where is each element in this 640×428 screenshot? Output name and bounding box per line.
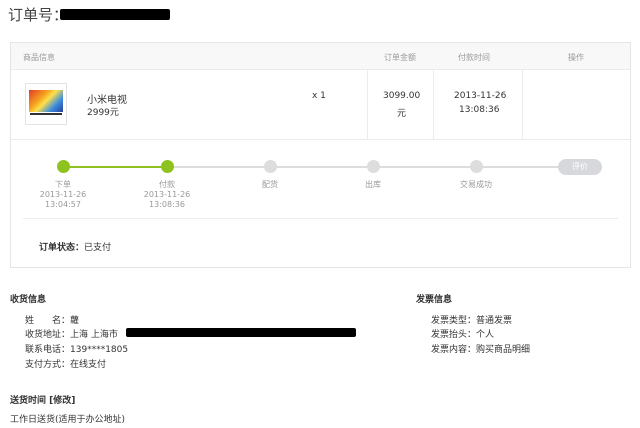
- invoice-type-value: 普通发票: [476, 316, 513, 326]
- order-panel: 商品信息 订单金额 付款时间 操作 小米电视 2999元 x 1 3099.00…: [10, 42, 631, 268]
- status-divider: [23, 218, 618, 219]
- step-picking: 配货: [262, 180, 278, 190]
- name-label: 姓 名：: [25, 316, 71, 326]
- progress-track-pending: [168, 166, 558, 168]
- step-dot-paid: [161, 160, 174, 173]
- step-label: 出库: [365, 180, 381, 189]
- evaluate-button[interactable]: 评价: [558, 159, 602, 175]
- header-pay-time: 付款时间: [458, 53, 490, 62]
- invoice-content: 发票内容：购买商品明细: [431, 342, 530, 355]
- delivery-title-text: 送货时间: [10, 396, 47, 406]
- order-amount-unit: 元: [397, 109, 407, 119]
- step-dot-completed: [470, 160, 483, 173]
- shipping-name: 姓 名：蘿: [25, 313, 79, 326]
- invoice-type: 发票类型：普通发票: [431, 313, 512, 326]
- address-value: 上海 上海市: [70, 330, 118, 340]
- invoice-header-value: 个人: [476, 330, 495, 340]
- order-status-value: 已支付: [84, 243, 112, 253]
- shipping-phone: 联系电话：139****1805: [25, 342, 128, 355]
- invoice-title: 发票信息: [416, 295, 453, 305]
- step-completed: 交易成功: [460, 180, 492, 190]
- header-product: 商品信息: [23, 53, 55, 62]
- product-thumbnail[interactable]: [25, 83, 67, 125]
- invoice-type-label: 发票类型：: [431, 316, 477, 326]
- step-paid: 付款 2013-11-26 13:08:36: [144, 180, 191, 210]
- table-header: 商品信息 订单金额 付款时间 操作: [11, 43, 630, 70]
- column-divider: [522, 69, 523, 139]
- shipping-title: 收货信息: [10, 295, 47, 305]
- payment-value: 在线支付: [70, 360, 107, 370]
- order-number-label: 订单号：: [8, 6, 69, 24]
- header-actions: 操作: [568, 53, 584, 62]
- tv-image: [29, 90, 63, 112]
- header-amount: 订单金额: [384, 53, 416, 62]
- shipping-address: 收货地址：上海 上海市: [25, 327, 118, 340]
- invoice-header-label: 发票抬头：: [431, 330, 477, 340]
- step-dot-ordered: [57, 160, 70, 173]
- phone-value: 139****1805: [70, 345, 129, 355]
- phone-label: 联系电话：: [25, 345, 71, 355]
- payment-label: 支付方式：: [25, 360, 71, 370]
- order-status-label: 订单状态：: [39, 243, 85, 253]
- step-ordered: 下单 2013-11-26 13:04:57: [40, 180, 87, 210]
- address-label: 收货地址：: [25, 330, 71, 340]
- row-divider: [11, 139, 630, 140]
- step-label: 配货: [262, 180, 278, 189]
- step-time: 13:08:36: [149, 200, 185, 209]
- invoice-content-label: 发票内容：: [431, 345, 477, 355]
- step-label: 交易成功: [460, 180, 492, 189]
- product-name-link[interactable]: 小米电视: [87, 91, 127, 106]
- step-shipped: 出库: [365, 180, 381, 190]
- delivery-edit-link[interactable]: [修改]: [49, 396, 75, 406]
- order-status: 订单状态：已支付: [39, 240, 111, 253]
- product-price: 2999元: [87, 108, 119, 118]
- column-divider: [433, 69, 434, 139]
- pay-date: 2013-11-26: [454, 91, 507, 101]
- pay-time: 13:08:36: [459, 105, 500, 115]
- column-divider: [367, 69, 368, 139]
- address-redacted: [126, 328, 356, 337]
- shipping-payment: 支付方式：在线支付: [25, 357, 106, 370]
- step-dot-picking: [264, 160, 277, 173]
- tv-stand: [30, 113, 62, 115]
- step-label: 下单: [55, 180, 71, 189]
- step-dot-shipped: [367, 160, 380, 173]
- step-date: 2013-11-26: [143, 190, 191, 199]
- name-value: 蘿: [70, 316, 80, 326]
- step-label: 付款: [159, 180, 175, 189]
- delivery-value: 工作日送货(适用于办公地址): [10, 415, 126, 425]
- invoice-content-value: 购买商品明细: [476, 345, 531, 355]
- step-time: 13:04:57: [45, 200, 81, 209]
- product-quantity: x 1: [312, 91, 326, 101]
- order-number-title: 订单号：: [8, 4, 68, 25]
- order-amount-value: 3099.00: [383, 91, 421, 101]
- invoice-header: 发票抬头：个人: [431, 327, 494, 340]
- progress-track-done: [64, 166, 168, 168]
- step-date: 2013-11-26: [39, 190, 87, 199]
- order-number-redacted: [60, 9, 170, 20]
- delivery-title: 送货时间 [修改]: [10, 393, 75, 406]
